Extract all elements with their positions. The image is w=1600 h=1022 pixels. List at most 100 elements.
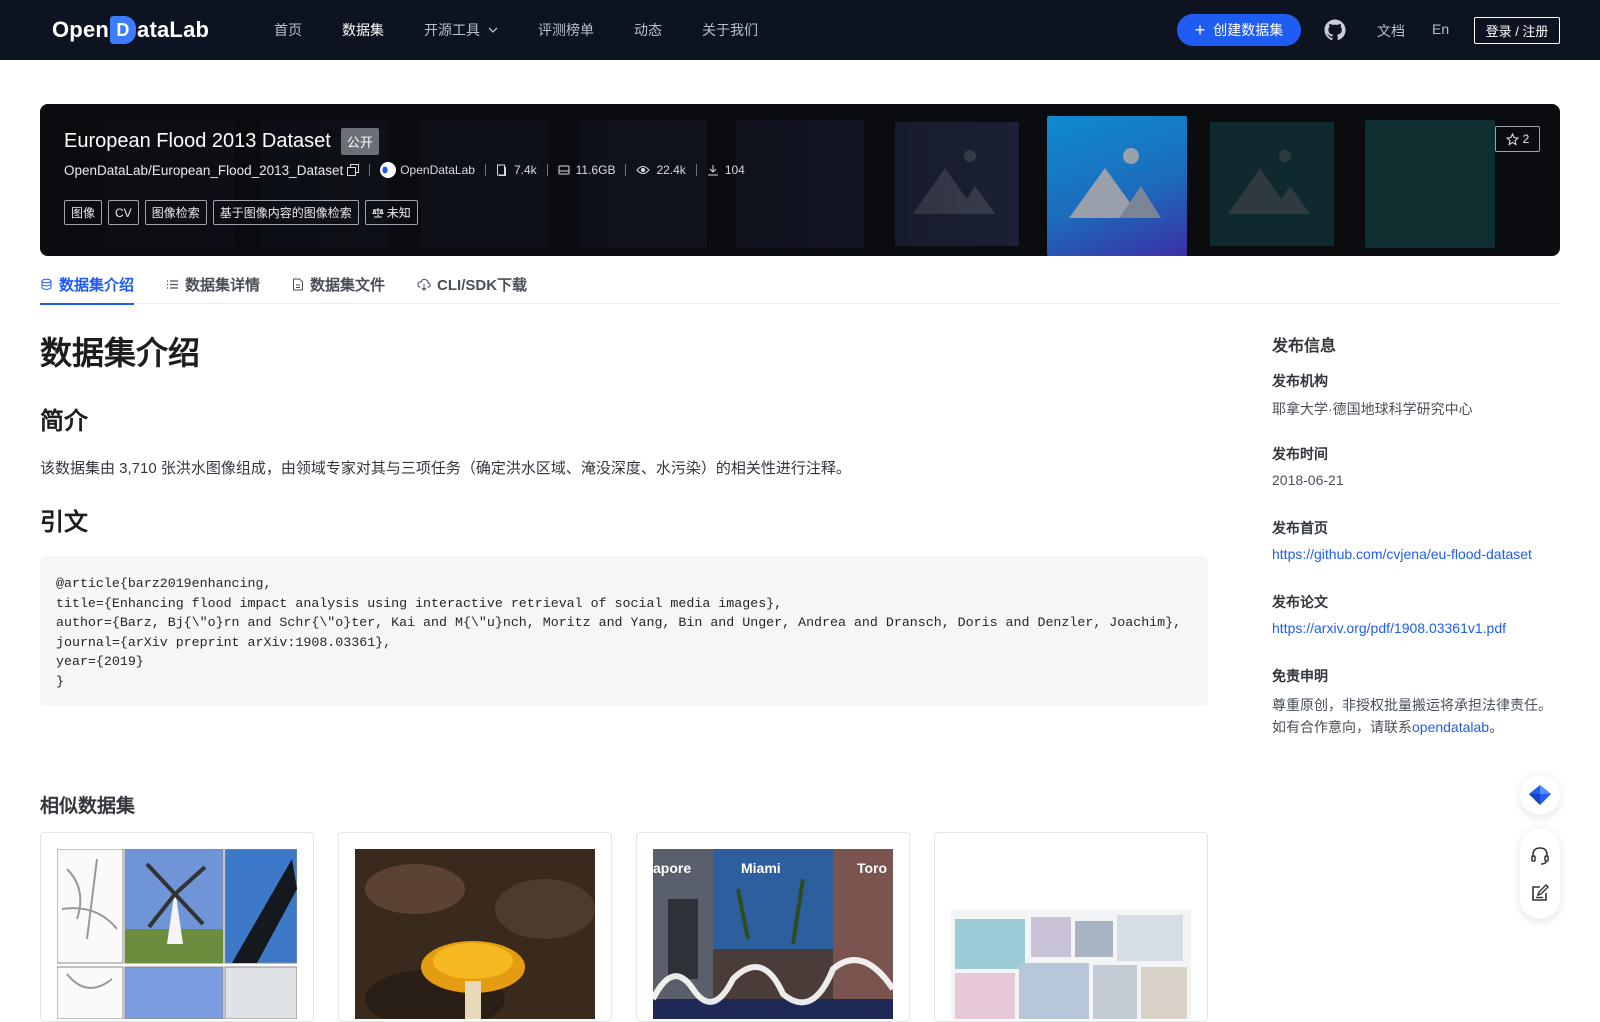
create-dataset-label: 创建数据集 [1213,22,1284,38]
dataset-meta-row: OpenDataLab/European_Flood_2013_Dataset … [64,162,745,178]
floating-tools-panel [1520,829,1560,919]
disclaimer-text: 尊重原创，非授权批量搬运将承担法律责任。 如有合作意向，请联系opendatal… [1272,694,1572,738]
star-icon [1505,132,1519,146]
tab-details-label: 数据集详情 [185,276,261,294]
meta-divider [484,164,486,176]
sidebar-heading: 发布信息 [1272,338,1337,355]
meta-divider [625,164,627,176]
intro-text: 该数据集由 3,710 张洪水图像组成，由领域专家对其与三项任务（确定洪水区域、… [40,460,851,477]
tab-details[interactable]: 数据集详情 [166,264,260,304]
paper-link[interactable]: https://arxiv.org/pdf/1908.03361v1.pdf [1272,620,1506,636]
login-register-button[interactable]: 登录 / 注册 [1474,17,1560,44]
similar-datasets-heading: 相似数据集 [40,796,136,817]
tab-cli-sdk-label: CLI/SDK下载 [437,276,528,294]
page-title: 数据集介绍 [40,335,201,371]
tab-files[interactable]: 数据集文件 [292,264,385,304]
city-label-singapore: apore [653,860,691,876]
github-icon[interactable] [1323,18,1347,42]
downloads-value: 104 [724,163,745,177]
similar-dataset-card[interactable] [338,832,612,1022]
similar-dataset-card[interactable]: apore Miami Toro [636,832,910,1022]
cloud-download-icon [417,278,431,291]
publisher-label: 发布机构 [1272,373,1328,389]
tag-image[interactable]: 图像 [64,200,103,225]
tag-cv[interactable]: CV [108,200,139,225]
download-icon [707,165,718,176]
feedback-edit-icon[interactable] [1530,883,1550,903]
paper-label: 发布论文 [1272,594,1328,610]
star-count: 2 [1522,132,1530,146]
similar-dataset-card[interactable] [934,832,1208,1022]
hero-gradient-overlay [40,104,1560,256]
floating-assistant-button[interactable] [1520,775,1560,815]
license-tag[interactable]: 未知 [364,200,418,225]
nav-item-open-tools-label: 开源工具 [424,22,480,38]
similar-dataset-thumbnail [951,849,1191,1019]
windmill-collage-image [57,849,297,1019]
tag-list: 图像 CV 图像检索 基于图像内容的图像检索 未知 [64,200,424,225]
nav-docs-link[interactable]: 文档 [1377,21,1405,41]
tab-cli-sdk[interactable]: CLI/SDK下载 [417,264,527,304]
dataset-hero-banner: European Flood 2013 Dataset 公开 OpenDataL… [40,104,1560,256]
create-dataset-button[interactable]: + 创建数据集 [1177,14,1301,46]
chevron-down-icon [488,27,498,33]
opendatalab-logo[interactable]: Open DataLab [52,14,209,46]
file-icon [293,278,304,290]
files-icon [496,164,506,176]
plus-icon: + [1194,20,1206,40]
diamond-logo-icon [1529,785,1551,805]
copy-icon[interactable] [347,164,360,176]
nav-item-datasets[interactable]: 数据集 [342,20,384,40]
star-button[interactable]: 2 [1495,126,1540,152]
meta-divider [369,164,371,176]
city-label-miami: Miami [741,860,781,876]
tag-cbir[interactable]: 基于图像内容的图像检索 [212,200,359,225]
disclaimer-line-2-suffix: 。 [1489,719,1504,735]
views-stat: 22.4k [636,163,686,177]
headset-support-icon[interactable] [1530,846,1550,866]
similar-dataset-thumbnail [355,849,595,1019]
mushroom-image [355,849,595,1019]
contact-link[interactable]: opendatalab [1412,719,1489,735]
nav-item-news[interactable]: 动态 [634,20,662,40]
logo-d-mark: D [110,16,137,44]
main-menu: 首页 数据集 开源工具 评测榜单 动态 关于我们 [274,0,798,60]
scale-icon [371,208,384,218]
eye-icon [636,166,651,174]
database-icon [41,278,52,290]
nav-item-open-tools[interactable]: 开源工具 [424,20,498,40]
publisher-value: 耶拿大学·德国地球科学研究中心 [1272,401,1473,417]
language-switch[interactable]: En [1432,21,1449,37]
homepage-link[interactable]: https://github.com/cvjena/eu-flood-datas… [1272,546,1532,562]
file-count-stat: 7.4k [496,163,537,177]
list-icon [167,279,179,289]
nav-item-home[interactable]: 首页 [274,20,302,40]
publish-date-label: 发布时间 [1272,446,1328,462]
disclaimer-line-2-prefix: 如有合作意向，请联系 [1272,719,1412,735]
views-value: 22.4k [656,163,686,177]
logo-text-atalab: ataLab [137,17,210,42]
tab-overview[interactable]: 数据集介绍 [40,264,135,305]
size-value: 11.6GB [575,163,616,177]
org-avatar-icon [380,162,397,178]
nav-item-leaderboard[interactable]: 评测榜单 [538,20,594,40]
meta-divider [695,164,697,176]
dataset-org[interactable]: OpenDataLab [380,162,475,178]
file-count-value: 7.4k [513,163,537,177]
homepage-label: 发布首页 [1272,520,1328,536]
dataset-title: European Flood 2013 Dataset [64,130,331,152]
city-label-toronto: Toro [857,860,887,876]
dataset-title-row: European Flood 2013 Dataset 公开 [64,128,379,155]
storage-icon [558,165,570,175]
intro-heading: 简介 [40,408,88,435]
downloads-stat: 104 [707,163,745,177]
similar-dataset-card[interactable] [40,832,314,1022]
top-navbar: Open DataLab 首页 数据集 开源工具 评测榜单 动态 关于我们 + 创… [0,0,1600,60]
publish-date-value: 2018-06-21 [1272,472,1344,488]
dataset-path: OpenDataLab/European_Flood_2013_Dataset [64,162,344,178]
tag-image-retrieval[interactable]: 图像检索 [144,200,207,225]
disclaimer-line-1: 尊重原创，非授权批量搬运将承担法律责任。 [1272,697,1552,713]
citation-heading: 引文 [40,509,88,536]
nav-item-about[interactable]: 关于我们 [702,20,758,40]
meta-divider [546,164,548,176]
